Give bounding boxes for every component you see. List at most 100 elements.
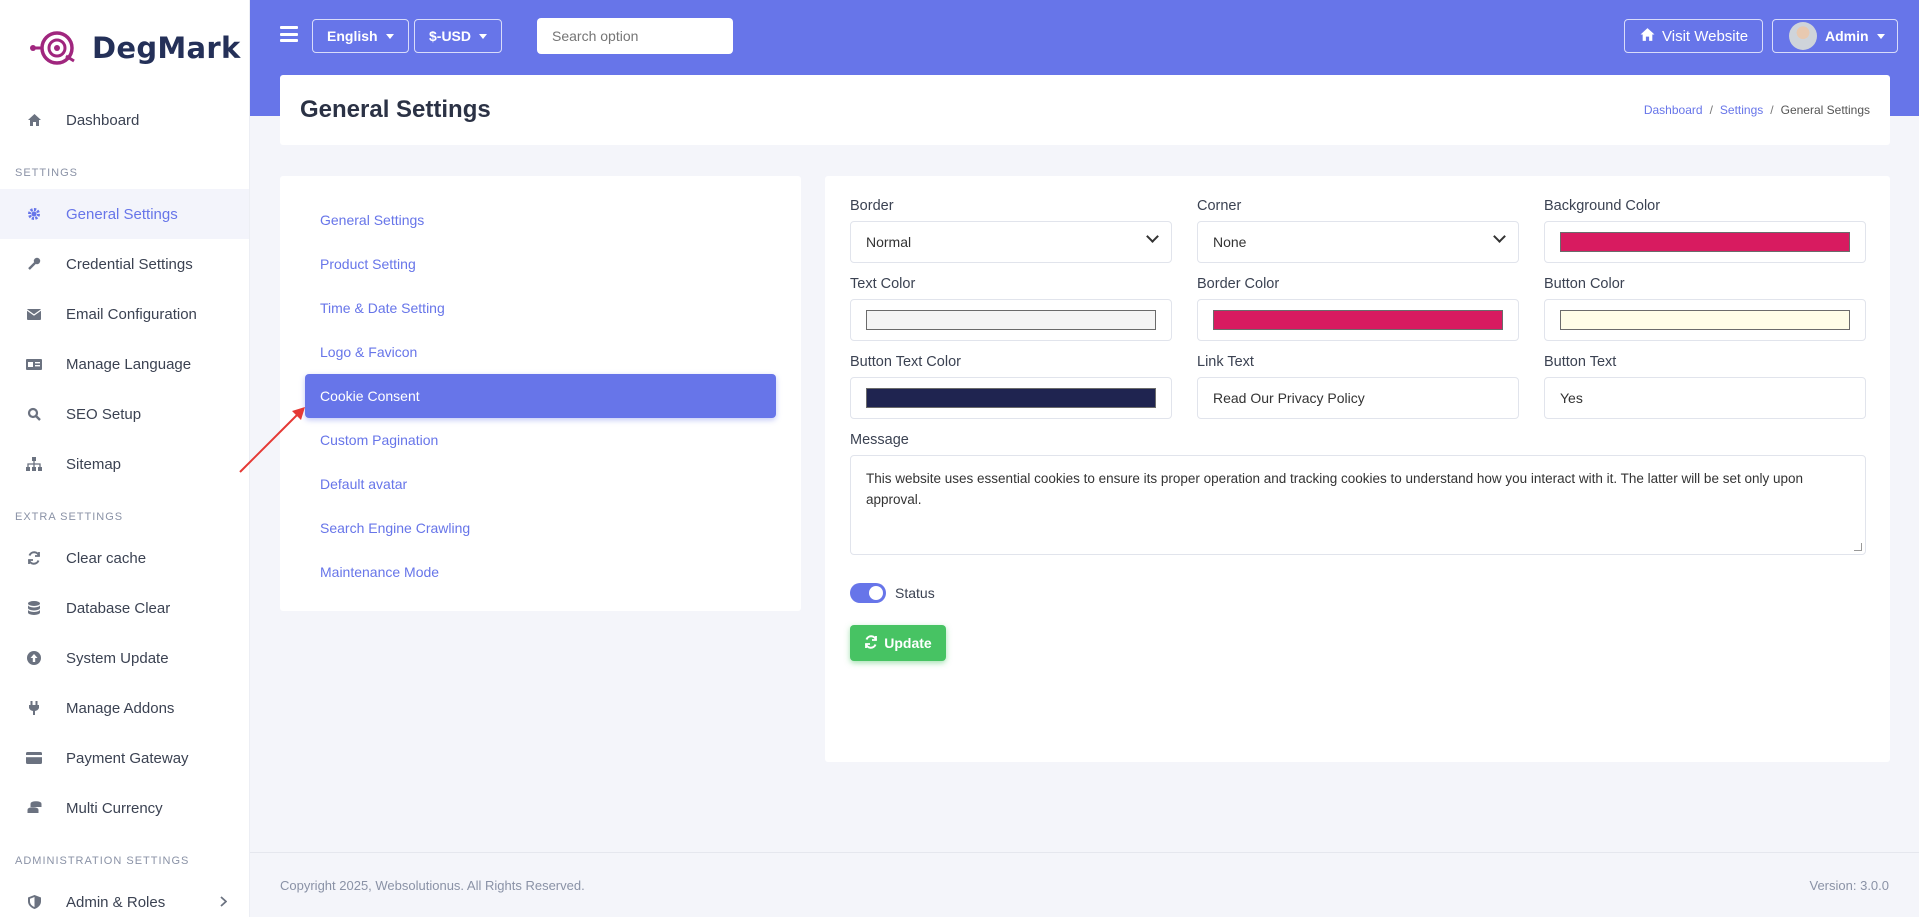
breadcrumb-dashboard[interactable]: Dashboard xyxy=(1644,103,1703,117)
sidebar-item-multi-currency[interactable]: Multi Currency xyxy=(0,783,249,833)
menu-item-general-settings[interactable]: General Settings xyxy=(305,198,776,242)
sidebar-item-credential-settings[interactable]: Credential Settings xyxy=(0,239,249,289)
language-dropdown[interactable]: English xyxy=(312,19,409,53)
user-menu[interactable]: Admin xyxy=(1772,19,1898,53)
home-icon xyxy=(1639,27,1656,45)
button-text-input[interactable]: Yes xyxy=(1544,377,1866,419)
settings-menu: General Settings Product Setting Time & … xyxy=(280,176,801,611)
corner-field: Corner None xyxy=(1197,198,1519,263)
menu-item-time-date-setting[interactable]: Time & Date Setting xyxy=(305,286,776,330)
menu-toggle-icon[interactable] xyxy=(280,26,298,42)
resize-handle-icon[interactable] xyxy=(1854,543,1862,551)
sidebar-item-email-configuration[interactable]: Email Configuration xyxy=(0,289,249,339)
border-label: Border xyxy=(850,198,894,214)
link-text-input[interactable]: Read Our Privacy Policy xyxy=(1197,377,1519,419)
cookie-consent-form: Border Normal Corner None Background Col… xyxy=(825,176,1890,762)
sidebar-item-label: Database Clear xyxy=(66,599,171,617)
button-color-field: Button Color xyxy=(1544,276,1866,341)
menu-item-custom-pagination[interactable]: Custom Pagination xyxy=(305,418,776,462)
corner-select[interactable]: None xyxy=(1197,221,1519,263)
button-text-color-field: Button Text Color xyxy=(850,354,1172,419)
upload-icon xyxy=(26,650,42,666)
menu-item-product-setting[interactable]: Product Setting xyxy=(305,242,776,286)
text-color-field: Text Color xyxy=(850,276,1172,341)
visit-website-label: Visit Website xyxy=(1662,27,1749,45)
border-select-value: Normal xyxy=(866,234,912,250)
sidebar-item-system-update[interactable]: System Update xyxy=(0,633,249,683)
menu-item-maintenance-mode[interactable]: Maintenance Mode xyxy=(305,550,776,594)
text-color-label: Text Color xyxy=(850,276,916,292)
sidebar-item-database-clear[interactable]: Database Clear xyxy=(0,583,249,633)
sidebar-item-label: System Update xyxy=(66,649,169,667)
coins-icon xyxy=(26,800,42,816)
shield-icon xyxy=(26,894,42,910)
chevron-down-icon xyxy=(1146,230,1159,243)
button-text-color-picker[interactable] xyxy=(850,377,1172,419)
logo-mark-icon xyxy=(30,30,75,65)
border-field: Border Normal xyxy=(850,198,1172,263)
visit-website-button[interactable]: Visit Website xyxy=(1624,19,1764,53)
sidebar-item-sitemap[interactable]: Sitemap xyxy=(0,439,249,489)
breadcrumb-settings[interactable]: Settings xyxy=(1720,103,1763,117)
sidebar-item-manage-addons[interactable]: Manage Addons xyxy=(0,683,249,733)
menu-item-default-avatar[interactable]: Default avatar xyxy=(305,462,776,506)
sidebar-item-label: Clear cache xyxy=(66,549,147,567)
status-label: Status xyxy=(895,585,935,601)
sidebar-item-label: Admin & Roles xyxy=(66,893,166,911)
sidebar-item-general-settings[interactable]: General Settings xyxy=(0,189,249,239)
border-color-swatch xyxy=(1213,310,1503,330)
brand-logo[interactable]: DegMark xyxy=(0,0,249,95)
background-color-picker[interactable] xyxy=(1544,221,1866,263)
status-row: Status xyxy=(850,583,1865,603)
breadcrumb-current: General Settings xyxy=(1780,103,1870,117)
sidebar-section-title: EXTRA SETTINGS xyxy=(15,511,124,523)
caret-down-icon xyxy=(385,33,394,39)
key-icon xyxy=(26,256,42,272)
button-color-picker[interactable] xyxy=(1544,299,1866,341)
message-textarea[interactable]: This website uses essential cookies to e… xyxy=(850,455,1866,555)
sidebar-item-clear-cache[interactable]: Clear cache xyxy=(0,533,249,583)
sidebar-item-dashboard[interactable]: Dashboard xyxy=(0,95,249,145)
border-color-field: Border Color xyxy=(1197,276,1519,341)
message-field: Message This website uses essential cook… xyxy=(850,432,1866,555)
background-color-field: Background Color xyxy=(1544,198,1866,263)
background-color-swatch xyxy=(1560,232,1850,252)
envelope-icon xyxy=(26,306,42,322)
corner-label: Corner xyxy=(1197,198,1242,214)
caret-down-icon xyxy=(1876,33,1885,39)
border-select[interactable]: Normal xyxy=(850,221,1172,263)
breadcrumb-separator: / xyxy=(1709,103,1713,117)
sidebar-item-manage-language[interactable]: Manage Language xyxy=(0,339,249,389)
sidebar-section-title: ADMINISTRATION SETTINGS xyxy=(15,855,190,867)
search-input[interactable] xyxy=(537,18,733,54)
update-button-label: Update xyxy=(884,635,932,651)
page-title: General Settings xyxy=(300,96,491,123)
message-value: This website uses essential cookies to e… xyxy=(866,471,1804,507)
sidebar-item-payment-gateway[interactable]: Payment Gateway xyxy=(0,733,249,783)
language-icon xyxy=(26,356,42,372)
sidebar-item-label: Credential Settings xyxy=(66,255,193,273)
caret-down-icon xyxy=(479,33,488,39)
sidebar-item-admin-roles[interactable]: Admin & Roles xyxy=(0,877,249,917)
button-color-label: Button Color xyxy=(1544,276,1625,292)
status-toggle[interactable] xyxy=(850,583,886,603)
database-icon xyxy=(26,600,42,616)
button-text-field: Button Text Yes xyxy=(1544,354,1866,419)
currency-dropdown[interactable]: $-USD xyxy=(414,19,503,53)
update-button[interactable]: Update xyxy=(850,625,946,661)
sidebar-item-label: SEO Setup xyxy=(66,405,142,423)
menu-item-search-engine-crawling[interactable]: Search Engine Crawling xyxy=(305,506,776,550)
menu-item-logo-favicon[interactable]: Logo & Favicon xyxy=(305,330,776,374)
footer-copyright: Copyright 2025, Websolutionus. All Right… xyxy=(280,877,585,893)
menu-item-cookie-consent[interactable]: Cookie Consent xyxy=(305,374,776,418)
border-color-picker[interactable] xyxy=(1197,299,1519,341)
sidebar-item-label: Manage Addons xyxy=(66,699,175,717)
link-text-field: Link Text Read Our Privacy Policy xyxy=(1197,354,1519,419)
home-icon xyxy=(26,112,42,128)
text-color-picker[interactable] xyxy=(850,299,1172,341)
link-text-label: Link Text xyxy=(1197,354,1254,370)
sidebar-item-seo-setup[interactable]: SEO Setup xyxy=(0,389,249,439)
footer-version: Version: 3.0.0 xyxy=(1809,877,1890,893)
border-color-label: Border Color xyxy=(1197,276,1280,292)
sidebar-item-label: Multi Currency xyxy=(66,799,163,817)
